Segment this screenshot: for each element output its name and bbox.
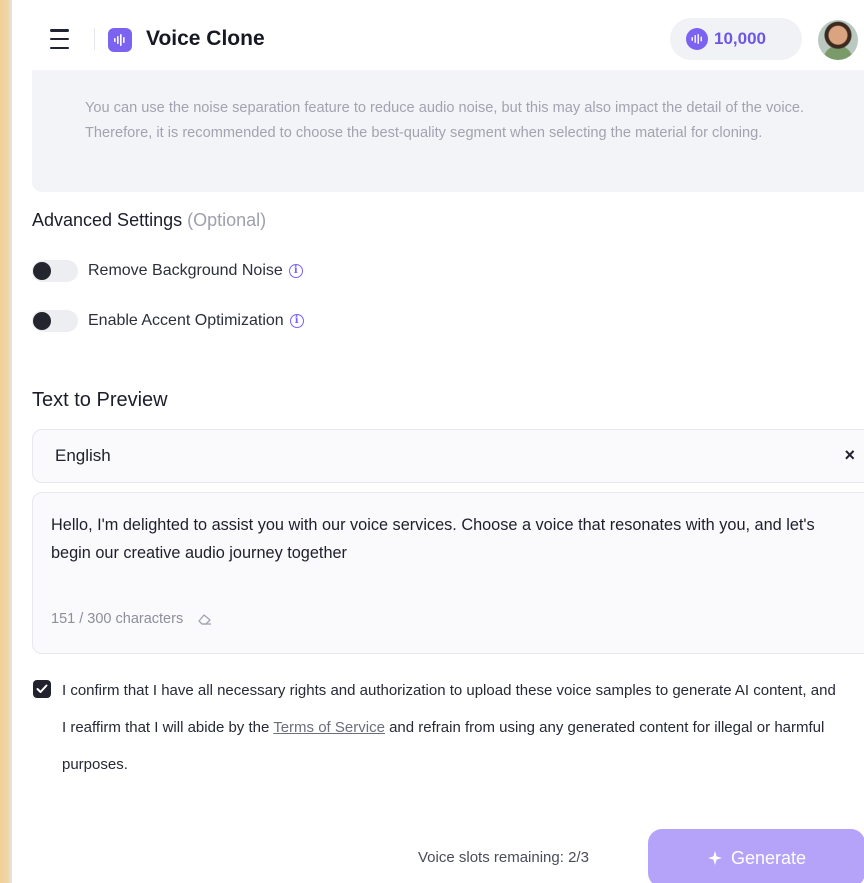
waveform-icon	[108, 28, 132, 52]
generate-button[interactable]: Generate	[648, 829, 864, 883]
avatar[interactable]	[818, 20, 858, 60]
info-icon[interactable]: i	[289, 314, 304, 328]
hamburger-menu-icon[interactable]	[50, 29, 72, 49]
advanced-settings-label: Advanced Settings	[32, 210, 183, 230]
noise-separation-notice: You can use the noise separation feature…	[32, 70, 864, 192]
language-value: English	[55, 446, 111, 465]
notice-text: You can use the noise separation feature…	[85, 100, 805, 141]
language-select[interactable]: English ×	[32, 429, 864, 483]
terms-of-service-link[interactable]: Terms of Service	[273, 719, 385, 736]
character-count-text: 151 / 300 characters	[51, 611, 184, 627]
consent-text: I confirm that I have all necessary righ…	[62, 672, 842, 783]
info-icon[interactable]: i	[288, 264, 303, 278]
credits-value: 10,000	[714, 29, 766, 48]
app-title: Voice Clone	[146, 27, 265, 50]
voice-clone-panel: Voice Clone 10,000 You can use the noise…	[11, 0, 864, 883]
close-icon[interactable]: ×	[844, 445, 855, 466]
header: Voice Clone 10,000	[12, 0, 864, 78]
remove-background-noise-toggle[interactable]	[32, 260, 78, 282]
generate-label: Generate	[730, 847, 807, 868]
eraser-icon[interactable]	[197, 612, 213, 626]
sparkle-icon	[707, 851, 722, 865]
preview-text-area[interactable]: Hello, I'm delighted to assist you with …	[32, 492, 864, 654]
remove-background-noise-row: Remove Background Noise i	[32, 259, 303, 283]
preview-text[interactable]: Hello, I'm delighted to assist you with …	[51, 511, 841, 567]
credits-badge[interactable]: 10,000	[670, 18, 802, 60]
optional-label: (Optional)	[187, 210, 267, 230]
character-counter: 151 / 300 characters	[51, 611, 213, 627]
header-divider	[94, 28, 95, 50]
enable-accent-optimization-row: Enable Accent Optimization i	[32, 309, 304, 333]
advanced-settings-title: Advanced Settings (Optional)	[32, 210, 266, 231]
enable-accent-optimization-label: Enable Accent Optimization	[88, 312, 284, 329]
voice-slots-remaining: Voice slots remaining: 2/3	[418, 849, 589, 866]
text-to-preview-title: Text to Preview	[32, 389, 168, 411]
consent-checkbox[interactable]	[33, 680, 51, 698]
remove-background-noise-label: Remove Background Noise	[88, 262, 283, 279]
waveform-coin-icon	[686, 28, 708, 50]
enable-accent-optimization-toggle[interactable]	[32, 310, 78, 332]
